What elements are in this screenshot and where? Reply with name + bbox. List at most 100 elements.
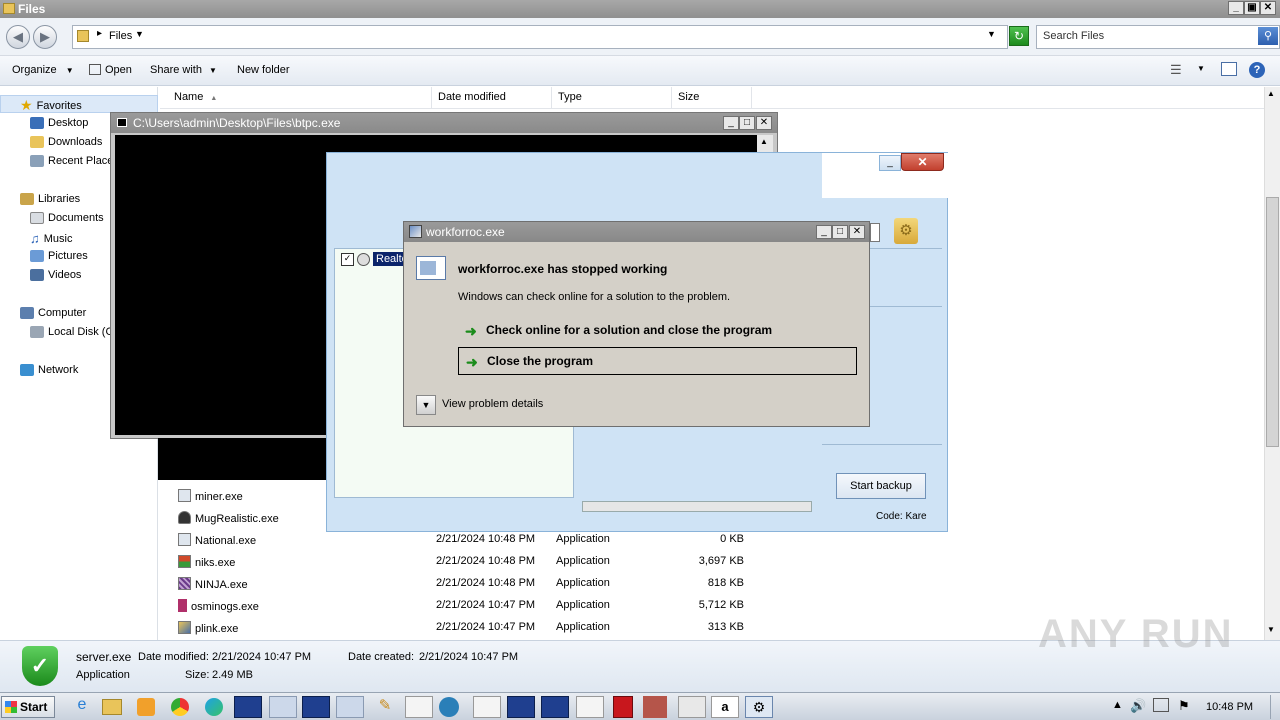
backup-close-button[interactable]: ✕ <box>901 153 944 171</box>
app-taskbar-icon[interactable] <box>507 696 535 718</box>
check-online-option[interactable]: ➜ Check online for a solution and close … <box>458 317 857 345</box>
drive-icon <box>30 326 44 338</box>
nav-local-disk[interactable]: Local Disk (C <box>30 326 113 338</box>
scroll-up-icon[interactable]: ▲ <box>1267 89 1275 98</box>
app-taskbar-icon[interactable] <box>269 696 297 718</box>
table-row[interactable]: plink.exe 2/21/2024 10:47 PM Application… <box>160 617 760 639</box>
app-taskbar-icon[interactable] <box>473 696 501 718</box>
console-title-bar[interactable]: C:\Users\admin\Desktop\Files\btpc.exe _ … <box>111 113 777 133</box>
crash-dialog[interactable]: workforroc.exe _ □ ✕ workforroc.exe has … <box>403 221 870 427</box>
search-input[interactable]: Search Files ⚲ <box>1036 25 1280 49</box>
nav-videos[interactable]: Videos <box>30 269 81 281</box>
dialog-maximize-button[interactable]: □ <box>832 225 848 239</box>
nav-network[interactable]: Network <box>20 364 78 376</box>
breadcrumb[interactable]: Files <box>109 30 132 42</box>
app-taskbar-icon[interactable] <box>613 696 633 718</box>
dialog-close-button[interactable]: ✕ <box>849 225 865 239</box>
organize-button[interactable]: Organize ▼ <box>12 64 74 76</box>
scrollbar-thumb[interactable] <box>1266 197 1279 447</box>
back-button[interactable]: ◀ <box>6 25 30 49</box>
open-button[interactable]: Open <box>89 64 132 76</box>
table-row[interactable]: niks.exe 2/21/2024 10:48 PM Application … <box>160 551 760 573</box>
search-icon[interactable]: ⚲ <box>1258 27 1278 45</box>
console-close-button[interactable]: ✕ <box>756 116 772 130</box>
column-name[interactable]: Name ▲ <box>160 87 432 108</box>
start-backup-button[interactable]: Start backup <box>836 473 926 499</box>
action-center-flag-icon[interactable]: ⚑ <box>1178 698 1190 714</box>
network-tray-icon[interactable] <box>1153 698 1169 712</box>
maximize-button[interactable]: ▣ <box>1244 1 1260 15</box>
amazon-icon[interactable]: a <box>711 696 739 718</box>
app-taskbar-icon[interactable] <box>678 696 706 718</box>
checkbox[interactable]: ✓ <box>341 252 354 266</box>
view-options-icon[interactable]: ☰ <box>1170 62 1182 78</box>
window-title: Files <box>18 2 46 16</box>
edge-icon[interactable] <box>205 698 223 716</box>
forward-button[interactable]: ▶ <box>33 25 57 49</box>
ie-icon[interactable]: e <box>68 696 96 718</box>
app-taskbar-icon[interactable] <box>302 696 330 718</box>
volume-icon[interactable]: 🔊 <box>1130 698 1146 714</box>
list-item[interactable]: ✓ Realte <box>341 252 411 266</box>
app-taskbar-icon[interactable] <box>405 696 433 718</box>
address-bar[interactable]: ▸ Files ▼ ▼ <box>72 25 1008 49</box>
table-row[interactable]: osminogs.exe 2/21/2024 10:47 PM Applicat… <box>160 595 760 617</box>
clock[interactable]: 10:48 PM <box>1206 701 1253 713</box>
nav-desktop[interactable]: Desktop <box>30 117 88 129</box>
nav-documents[interactable]: Documents <box>30 212 104 224</box>
backup-minimize-button[interactable]: _ <box>879 155 901 171</box>
app-taskbar-icon[interactable] <box>439 697 459 717</box>
close-program-option[interactable]: ➜ Close the program <box>458 347 857 375</box>
nav-music[interactable]: ♫ Music <box>30 231 72 246</box>
console-maximize-button[interactable]: □ <box>739 116 755 130</box>
address-history-dropdown[interactable]: ▼ <box>987 29 996 39</box>
recent-places-icon <box>30 155 44 167</box>
media-player-icon[interactable] <box>137 698 155 716</box>
videos-icon <box>30 269 44 281</box>
app-taskbar-icon[interactable] <box>234 696 262 718</box>
nav-libraries[interactable]: Libraries <box>20 193 80 205</box>
scroll-down-icon[interactable]: ▼ <box>1267 625 1275 634</box>
dialog-minimize-button[interactable]: _ <box>816 225 832 239</box>
help-icon[interactable]: ? <box>1249 62 1265 78</box>
column-date-modified[interactable]: Date modified <box>432 87 552 108</box>
show-hidden-icons[interactable]: ▲ <box>1112 699 1123 711</box>
file-name: NINJA.exe <box>195 579 248 591</box>
column-type[interactable]: Type <box>552 87 672 108</box>
expand-details-button[interactable]: ▼ <box>416 395 436 415</box>
ninja-icon <box>178 577 191 590</box>
app-taskbar-icon[interactable] <box>541 696 569 718</box>
start-button[interactable]: Start <box>1 696 55 718</box>
refresh-icon[interactable]: ↻ <box>1009 26 1029 46</box>
show-desktop-button[interactable] <box>1270 695 1280 719</box>
nav-computer[interactable]: Computer <box>20 307 86 319</box>
chrome-icon[interactable] <box>171 698 189 716</box>
column-size[interactable]: Size <box>672 87 752 108</box>
nav-favorites[interactable]: ★ Favorites <box>20 97 82 114</box>
app-taskbar-icon[interactable] <box>336 696 364 718</box>
share-with-button[interactable]: Share with ▼ <box>150 64 217 76</box>
view-dropdown-icon[interactable]: ▼ <box>1197 64 1205 73</box>
app-taskbar-icon[interactable] <box>576 696 604 718</box>
brush-icon[interactable]: ✎ <box>371 696 399 718</box>
scroll-up-icon[interactable]: ▲ <box>760 137 768 146</box>
dialog-title-bar[interactable]: workforroc.exe _ □ ✕ <box>404 222 869 242</box>
nav-recent-places[interactable]: Recent Place <box>30 155 113 167</box>
console-minimize-button[interactable]: _ <box>723 116 739 130</box>
app-taskbar-icon[interactable] <box>643 696 667 718</box>
nav-downloads[interactable]: Downloads <box>30 136 102 148</box>
vertical-scrollbar[interactable]: ▲ ▼ <box>1264 87 1280 640</box>
table-row[interactable]: NINJA.exe 2/21/2024 10:48 PM Application… <box>160 573 760 595</box>
minimize-button[interactable]: _ <box>1228 1 1244 15</box>
close-button[interactable]: ✕ <box>1260 1 1276 15</box>
view-problem-details[interactable]: View problem details <box>442 398 543 410</box>
chevron-down-icon[interactable]: ▼ <box>135 29 144 39</box>
nav-pictures[interactable]: Pictures <box>30 250 88 262</box>
new-folder-button[interactable]: New folder <box>237 64 290 76</box>
gear-icon[interactable]: ⚙ <box>745 696 773 718</box>
preview-pane-icon[interactable] <box>1221 62 1237 76</box>
table-row[interactable]: National.exe 2/21/2024 10:48 PM Applicat… <box>160 529 760 551</box>
explorer-taskbar-icon[interactable] <box>102 699 122 715</box>
folder-gear-icon[interactable]: ⚙ <box>894 218 918 244</box>
backup-path-field[interactable] <box>870 223 880 242</box>
